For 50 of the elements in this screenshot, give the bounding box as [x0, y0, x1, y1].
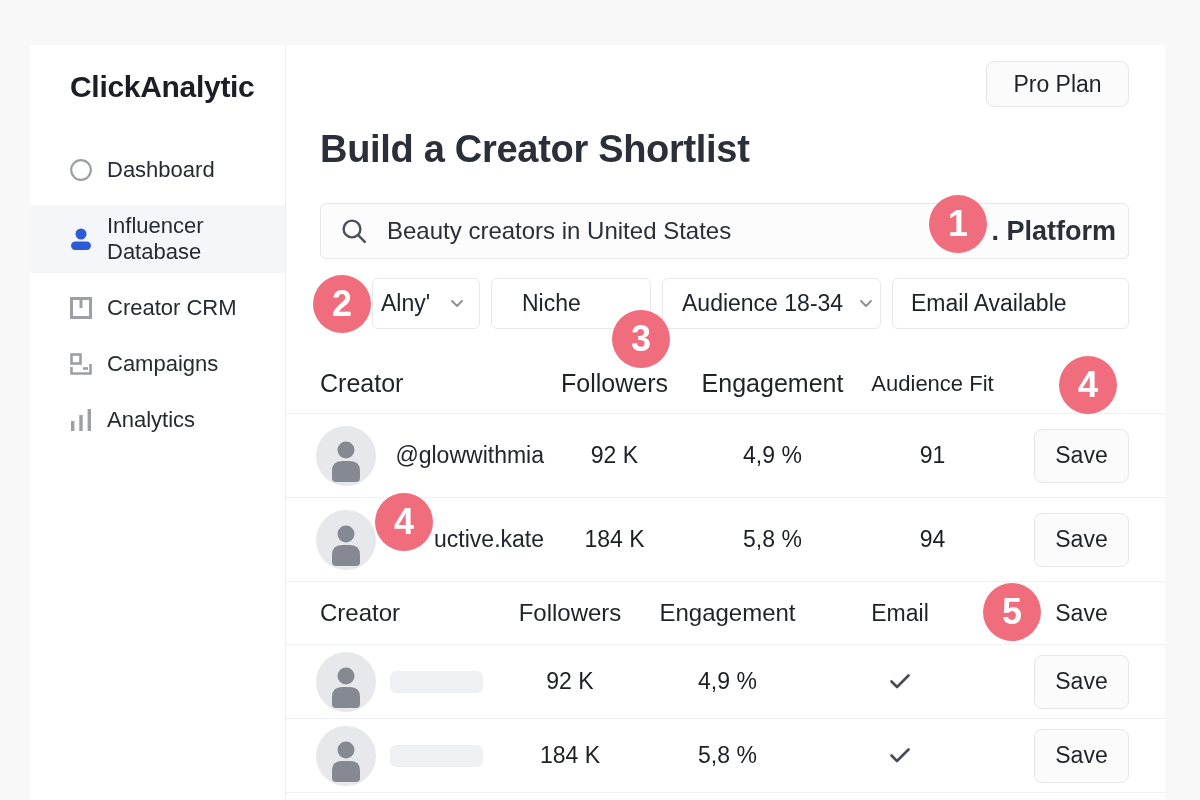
table-cell-text: 4,9 % — [742, 442, 803, 469]
column-header: Engagement — [700, 369, 845, 398]
ring-icon — [70, 159, 92, 181]
filter-button[interactable]: Email Available — [892, 278, 1129, 329]
column-header: Followers — [517, 599, 623, 627]
table-cell-text: 4,9 % — [697, 668, 758, 695]
avatar-icon — [316, 425, 376, 486]
platform-selector[interactable]: . Platform — [991, 215, 1116, 247]
search-icon — [342, 219, 366, 243]
save-button[interactable]: Save — [1034, 728, 1129, 783]
creator-handle: @glowwithmia — [395, 442, 544, 469]
sidebar-item[interactable]: Analytics — [30, 399, 285, 441]
table-cell-text: 184 K — [583, 526, 646, 553]
column-header: Email — [870, 599, 930, 627]
sidebar-item[interactable]: Creator CRM — [30, 287, 285, 329]
column-header: Creator — [320, 369, 405, 398]
column-header: Creator — [320, 599, 402, 627]
table-cell-text: 91 — [918, 442, 947, 469]
filter-dropdown[interactable]: Audience 18-34 — [662, 278, 881, 329]
chevron-down-icon — [451, 300, 463, 307]
search-field[interactable]: Beauty creators in United States — [387, 217, 928, 245]
layout-icon — [70, 353, 92, 375]
column-header: Followers — [560, 369, 669, 398]
save-button[interactable]: Save — [1034, 428, 1129, 483]
page-title: Build a Creator Shortlist — [320, 129, 751, 169]
table-cell-text: 92 K — [589, 442, 640, 469]
app-logo: ClickAnalytic — [70, 69, 255, 105]
square-icon — [70, 297, 92, 319]
filter-dropdown[interactable]: Alny' — [372, 278, 480, 329]
avatar-icon — [316, 509, 376, 570]
sidebar-item[interactable]: Dashboard — [30, 149, 285, 191]
creator-handle: uctive.kate — [434, 526, 544, 553]
save-button[interactable]: Save — [1034, 512, 1129, 567]
table-cell-text: 5,8 % — [742, 526, 803, 553]
avatar-icon — [316, 725, 376, 786]
avatar-icon — [316, 651, 376, 712]
column-header: Audience Fit — [870, 370, 995, 397]
column-header: Engagement — [658, 599, 797, 627]
chevron-down-icon — [860, 300, 872, 307]
table-cell-text: 5,8 % — [697, 742, 758, 769]
column-header: Save — [1054, 599, 1109, 627]
table-cell-text: 94 — [918, 526, 947, 553]
save-button[interactable]: Save — [1034, 654, 1129, 709]
table-cell-text: 92 K — [545, 668, 595, 695]
sidebar-item[interactable]: Influencer Database — [30, 205, 285, 273]
bar-chart-icon — [70, 409, 92, 431]
plan-button[interactable]: Pro Plan — [986, 61, 1129, 107]
sidebar-item[interactable]: Campaigns — [30, 343, 285, 385]
person-icon — [70, 228, 92, 250]
table-cell-text: 184 K — [538, 742, 602, 769]
